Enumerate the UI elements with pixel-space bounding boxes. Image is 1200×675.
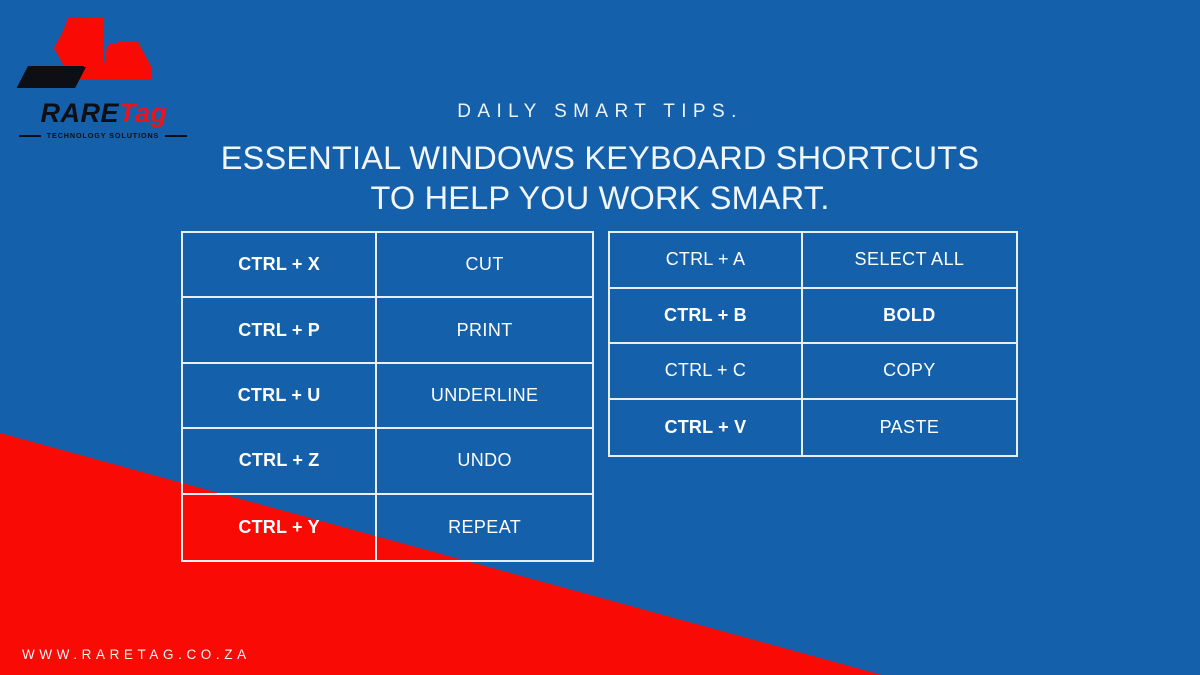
shortcut-action: SELECT ALL (854, 249, 965, 270)
shortcuts-table-left: CTRL + X CUT CTRL + P PRINT CTRL + U UND… (181, 231, 594, 562)
shortcut-key: CTRL + V (610, 399, 803, 455)
shortcut-key: CTRL + P (183, 298, 378, 362)
website-url[interactable]: WWW.RARETAG.CO.ZA (22, 647, 251, 662)
table-row: CTRL + Z UNDO (183, 429, 592, 495)
page-title-line-1: ESSENTIAL WINDOWS KEYBOARD SHORTCUTS (220, 140, 980, 176)
table-row: CTRL + U UNDERLINE (183, 363, 592, 430)
page-title: ESSENTIAL WINDOWS KEYBOARD SHORTCUTS TO … (0, 138, 1200, 218)
poster-canvas: RARETag TECHNOLOGY SOLUTIONS DAILY SMART… (0, 0, 1200, 675)
shortcut-key: CTRL + Z (183, 429, 378, 493)
shortcut-action: PASTE (879, 416, 940, 437)
shortcut-key: CTRL + X (183, 233, 378, 297)
table-row: CTRL + V PASTE (610, 399, 1016, 455)
table-row: CTRL + C COPY (610, 344, 1016, 400)
shortcut-key: CTRL + C (610, 344, 803, 398)
shortcut-action: PRINT (456, 319, 513, 340)
shortcuts-table-right: CTRL + A SELECT ALL CTRL + B BOLD CTRL +… (608, 231, 1018, 457)
raretag-chevron-mark (16, 17, 152, 88)
shortcut-action: REPEAT (448, 516, 522, 537)
shortcut-key: CTRL + U (183, 363, 378, 428)
logo-rule-left (18, 134, 41, 137)
shortcut-action: COPY (883, 360, 936, 381)
shortcut-key: CTRL + B (610, 288, 803, 342)
table-row: CTRL + P PRINT (183, 298, 592, 364)
shortcut-action: UNDERLINE (430, 384, 539, 405)
shortcut-action: CUT (465, 254, 504, 275)
shortcut-action: BOLD (883, 304, 936, 325)
shortcut-key: CTRL + Y (183, 494, 378, 560)
table-row: CTRL + X CUT (183, 233, 592, 299)
shortcut-action: UNDO (457, 450, 512, 471)
shortcut-key: CTRL + A (610, 233, 803, 287)
eyebrow-text: DAILY SMART TIPS. (457, 101, 743, 122)
page-title-line-2: TO HELP YOU WORK SMART. (370, 180, 830, 216)
table-row: CTRL + Y REPEAT (183, 494, 592, 560)
table-row: CTRL + A SELECT ALL (610, 233, 1016, 289)
table-row: CTRL + B BOLD (610, 288, 1016, 344)
logo-rule-right (165, 134, 188, 137)
